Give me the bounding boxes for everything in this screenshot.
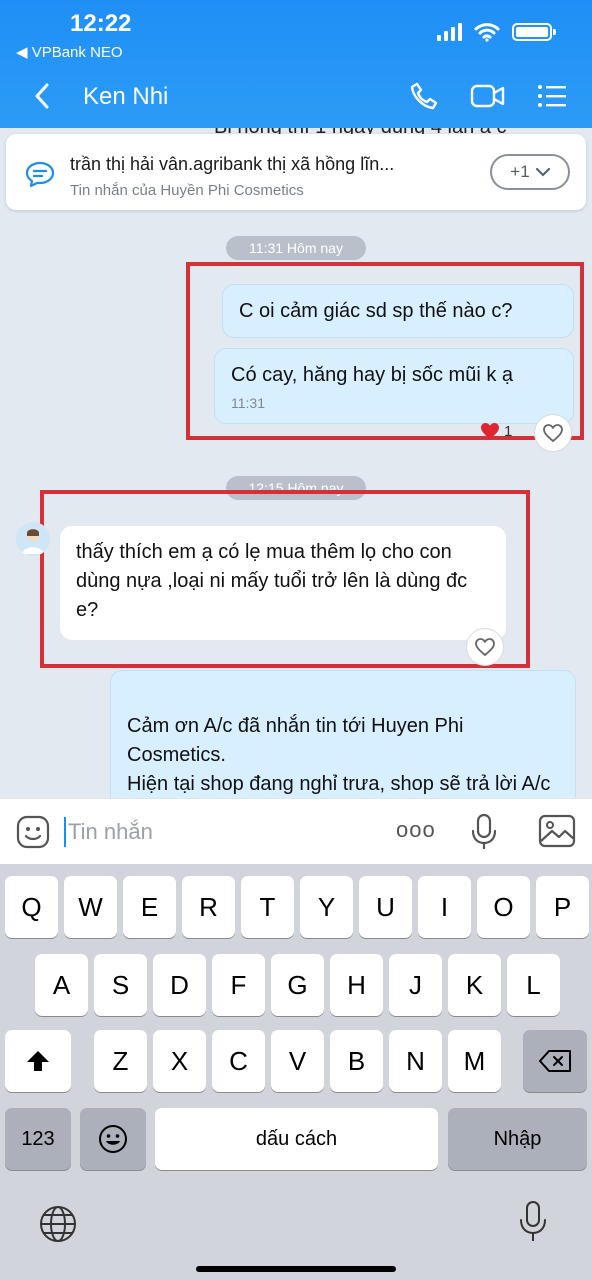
pinned-message-bar[interactable]: trần thị hải vân.agribank thị xã hồng lĩ… [6, 134, 586, 210]
home-indicator[interactable] [196, 1266, 396, 1272]
pinned-subtitle: Tin nhắn của Huyền Phi Cosmetics [70, 182, 304, 199]
reaction-count: 1 [504, 422, 513, 440]
key-e[interactable]: E [123, 876, 176, 938]
key-p[interactable]: P [536, 876, 589, 938]
microphone-icon[interactable] [470, 813, 498, 851]
message-time: 11:31 [231, 395, 265, 411]
menu-button[interactable] [534, 80, 570, 112]
message-input-bar: Tin nhắn ooo [0, 798, 592, 864]
keyboard: Q W E R T Y U I O P A S D F G H J K L Z … [0, 864, 592, 1280]
message-bubble-outgoing[interactable]: Cảm ơn A/c đã nhắn tin tới Huyen Phi Cos… [110, 670, 576, 798]
key-b[interactable]: B [330, 1030, 383, 1092]
battery-icon [512, 23, 556, 41]
key-k[interactable]: K [448, 954, 501, 1016]
heart-outline-icon [543, 424, 563, 443]
reaction-summary[interactable]: 1 [480, 422, 512, 440]
contact-name[interactable]: Ken Nhi [83, 83, 168, 111]
key-d[interactable]: D [153, 954, 206, 1016]
status-icons [437, 22, 556, 42]
message-text: Có cay, hăng hay bị sốc mũi k ạ [231, 364, 513, 386]
key-j[interactable]: J [389, 954, 442, 1016]
key-y[interactable]: Y [300, 876, 353, 938]
shift-arrow-icon [27, 1051, 49, 1071]
pinned-more-button[interactable]: +1 [490, 154, 570, 190]
message-bubble-incoming[interactable]: thấy thích em ạ có lẹ mua thêm lọ cho co… [60, 526, 506, 640]
signal-icon [437, 23, 462, 41]
key-u[interactable]: U [359, 876, 412, 938]
key-w[interactable]: W [64, 876, 117, 938]
emoji-icon [99, 1125, 127, 1153]
back-button[interactable] [28, 80, 56, 112]
key-r[interactable]: R [182, 876, 235, 938]
wifi-icon [474, 23, 500, 42]
space-key[interactable]: dấu cách [155, 1108, 438, 1170]
backspace-key[interactable] [523, 1030, 587, 1092]
chevron-left-icon [35, 83, 49, 109]
heart-outline-icon [475, 638, 495, 657]
status-time: 12:22 [70, 10, 132, 37]
heart-icon [481, 423, 499, 439]
chat-area[interactable]: Bị nóng thì 1 ngày dùng 4 lần ạ c trần t… [0, 128, 592, 798]
key-v[interactable]: V [271, 1030, 324, 1092]
key-i[interactable]: I [418, 876, 471, 938]
key-o[interactable]: O [477, 876, 530, 938]
message-text: Cảm ơn A/c đã nhắn tin tới Huyen Phi Cos… [127, 715, 551, 795]
video-call-button[interactable] [470, 80, 506, 112]
video-camera-icon [470, 84, 505, 108]
avatar-image [16, 522, 50, 556]
key-s[interactable]: S [94, 954, 147, 1016]
more-options-button[interactable]: ooo [396, 817, 436, 843]
dictation-microphone-icon[interactable] [518, 1200, 548, 1244]
key-g[interactable]: G [271, 954, 324, 1016]
key-c[interactable]: C [212, 1030, 265, 1092]
chat-bubble-icon [25, 161, 55, 188]
chat-header: 12:22 ◀ VPBank NEO Ken Nhi [0, 0, 592, 128]
key-m[interactable]: M [448, 1030, 501, 1092]
react-button[interactable] [534, 414, 572, 452]
key-z[interactable]: Z [94, 1030, 147, 1092]
react-button[interactable] [466, 628, 504, 666]
key-l[interactable]: L [507, 954, 560, 1016]
call-button[interactable] [406, 80, 442, 112]
text-caret [64, 817, 66, 847]
sticker-icon[interactable] [16, 815, 50, 849]
header-actions [406, 80, 570, 112]
key-t[interactable]: T [241, 876, 294, 938]
key-h[interactable]: H [330, 954, 383, 1016]
pinned-title: trần thị hải vân.agribank thị xã hồng lĩ… [70, 154, 395, 174]
backspace-icon [539, 1050, 571, 1072]
message-text: thấy thích em ạ có lẹ mua thêm lọ cho co… [76, 541, 468, 621]
phone-icon [410, 82, 438, 110]
time-divider: 11:31 Hôm nay [226, 236, 366, 260]
message-input[interactable]: Tin nhắn [68, 819, 153, 845]
key-x[interactable]: X [153, 1030, 206, 1092]
key-n[interactable]: N [389, 1030, 442, 1092]
image-icon[interactable] [538, 813, 576, 849]
message-bubble-outgoing[interactable]: Có cay, hăng hay bị sốc mũi k ạ 11:31 [214, 348, 574, 424]
numbers-key[interactable]: 123 [5, 1108, 71, 1170]
list-menu-icon [538, 85, 566, 107]
avatar[interactable] [16, 522, 50, 556]
enter-key[interactable]: Nhập [448, 1108, 587, 1170]
key-f[interactable]: F [212, 954, 265, 1016]
key-q[interactable]: Q [5, 876, 58, 938]
chevron-down-icon [535, 167, 550, 176]
message-bubble-outgoing[interactable]: C oi cảm giác sd sp thế nào c? [222, 284, 574, 338]
key-a[interactable]: A [35, 954, 88, 1016]
back-to-app-link[interactable]: ◀ VPBank NEO [16, 43, 123, 61]
message-text: C oi cảm giác sd sp thế nào c? [239, 300, 513, 322]
emoji-key[interactable] [80, 1108, 146, 1170]
globe-icon[interactable] [38, 1204, 78, 1244]
pinned-more-label: +1 [510, 162, 530, 181]
shift-key[interactable] [5, 1030, 71, 1092]
